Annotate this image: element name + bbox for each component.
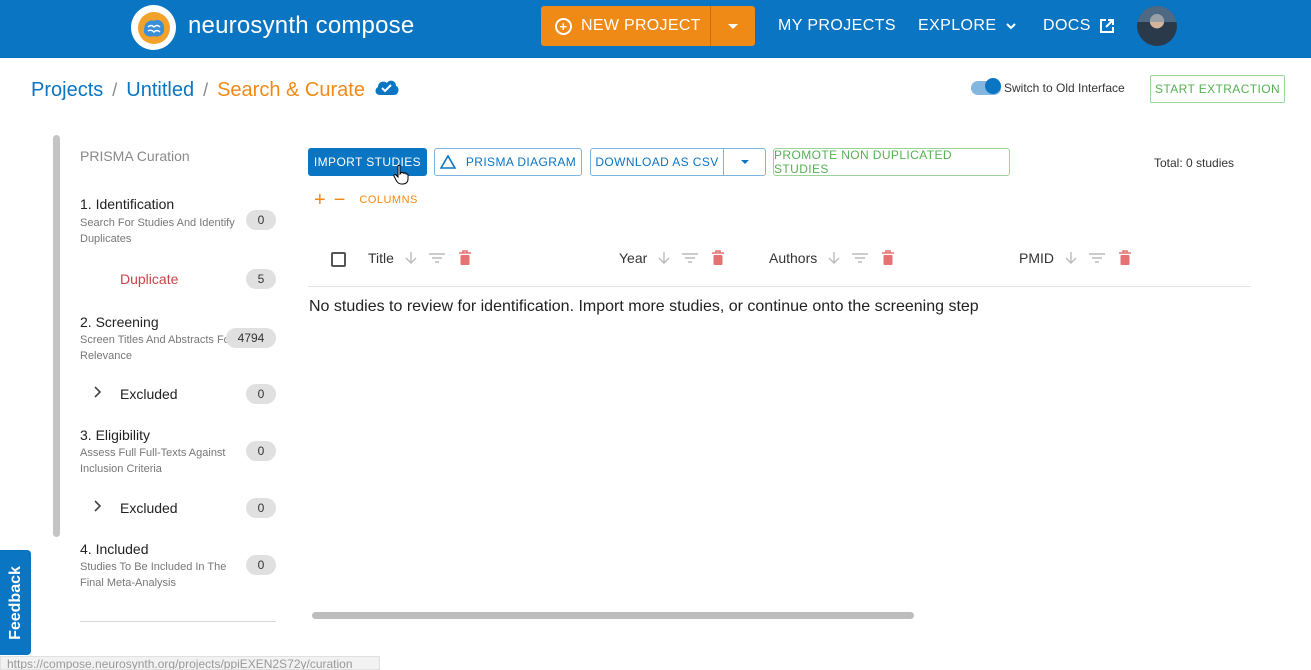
nav-docs-label: DOCS [1043, 17, 1091, 34]
sort-arrow-icon[interactable] [404, 251, 418, 265]
sidebar-scrollbar[interactable] [53, 135, 60, 537]
prisma-diagram-label: PRISMA DIAGRAM [465, 155, 577, 169]
cloud-done-icon [374, 78, 399, 102]
hand-pointer-icon [393, 164, 409, 190]
select-all-checkbox[interactable] [331, 252, 346, 267]
triangle-icon [439, 155, 456, 169]
promote-non-duplicated-button[interactable]: PROMOTE NON DUPLICATED STUDIES [773, 148, 1010, 176]
step-screening-count: 4794 [226, 328, 276, 348]
step-included-description: Studies To Be Included In The Final Meta… [80, 561, 227, 589]
column-authors-label[interactable]: Authors [769, 250, 817, 266]
import-studies-button[interactable]: IMPORT STUDIES [308, 148, 427, 176]
prisma-diagram-button[interactable]: PRISMA DIAGRAM [434, 148, 582, 176]
delete-icon[interactable] [1118, 250, 1132, 266]
chevron-right-icon[interactable] [93, 500, 103, 515]
step-screening-description: Screen Titles And Abstracts For Relevanc… [80, 334, 234, 362]
nav-my-projects[interactable]: MY PROJECTS [778, 17, 896, 35]
nav-docs[interactable]: DOCS [1043, 17, 1115, 35]
delete-icon[interactable] [458, 250, 472, 266]
sidebar-item-eligibility-excluded[interactable]: Excluded [120, 500, 178, 516]
column-year-label[interactable]: Year [619, 250, 647, 266]
breadcrumb-separator: / [112, 79, 118, 100]
column-header-title: Title [368, 250, 472, 266]
download-csv-button[interactable]: DOWNLOAD AS CSV [591, 149, 723, 175]
column-title-label[interactable]: Title [368, 250, 394, 266]
sort-arrow-icon[interactable] [827, 251, 841, 265]
delete-icon[interactable] [711, 250, 725, 266]
step-identification-count: 0 [246, 210, 276, 230]
divider [80, 621, 276, 622]
download-csv-button-group: DOWNLOAD AS CSV [590, 148, 766, 176]
add-circle-icon: + [555, 17, 572, 35]
brand-title[interactable]: neurosynth compose [188, 12, 414, 40]
avatar[interactable] [1137, 6, 1177, 46]
brain-icon[interactable] [131, 5, 176, 50]
remove-column-icon[interactable]: − [334, 190, 346, 210]
breadcrumb-current: Search & Curate [217, 78, 365, 101]
new-project-button[interactable]: + NEW PROJECT [541, 6, 710, 46]
horizontal-scrollbar[interactable] [312, 612, 914, 619]
empty-state-message: No studies to review for identification.… [309, 298, 979, 315]
sidebar-item-duplicate[interactable]: Duplicate [120, 271, 178, 287]
breadcrumb-projects[interactable]: Projects [31, 79, 103, 102]
sidebar-item-screening-excluded[interactable]: Excluded [120, 386, 178, 402]
eligibility-excluded-count: 0 [246, 498, 276, 518]
old-interface-toggle[interactable] [971, 78, 1001, 95]
new-project-label: NEW PROJECT [581, 17, 701, 34]
old-interface-toggle-label: Switch to Old Interface [1004, 81, 1125, 95]
delete-icon[interactable] [881, 250, 895, 266]
step-eligibility[interactable]: 3. Eligibility [80, 427, 150, 443]
feedback-tab[interactable]: Feedback [0, 550, 31, 655]
step-identification[interactable]: 1. Identification [80, 196, 174, 212]
step-included[interactable]: 4. Included [80, 541, 149, 557]
chevron-down-icon [1006, 23, 1017, 30]
breadcrumb: Projects / Untitled / Search & Curate [31, 78, 399, 102]
step-screening[interactable]: 2. Screening [80, 314, 159, 330]
column-pmid-label[interactable]: PMID [1019, 250, 1054, 266]
status-bar-url: https://compose.neurosynth.org/projects/… [0, 656, 380, 670]
breadcrumb-separator: / [203, 79, 209, 100]
filter-icon[interactable] [681, 251, 699, 265]
download-csv-dropdown-button[interactable] [724, 160, 765, 164]
caret-down-icon [728, 23, 738, 29]
step-included-count: 0 [246, 555, 276, 575]
chevron-right-icon[interactable] [93, 386, 103, 401]
sort-arrow-icon[interactable] [1064, 251, 1078, 265]
column-header-year: Year [619, 250, 725, 266]
step-eligibility-count: 0 [246, 441, 276, 461]
duplicate-count: 5 [246, 269, 276, 289]
step-eligibility-description: Assess Full Full-Texts Against Inclusion… [80, 447, 226, 475]
breadcrumb-project-name[interactable]: Untitled [126, 79, 194, 102]
step-identification-description: Search For Studies And Identify Duplicat… [80, 217, 235, 245]
filter-icon[interactable] [1088, 251, 1106, 265]
caret-down-icon [740, 160, 749, 164]
column-header-pmid: PMID [1019, 250, 1132, 266]
column-header-authors: Authors [769, 250, 895, 266]
nav-explore[interactable]: EXPLORE [918, 17, 1018, 35]
sort-arrow-icon[interactable] [657, 251, 671, 265]
screening-excluded-count: 0 [246, 384, 276, 404]
filter-icon[interactable] [851, 251, 869, 265]
total-studies: Total: 0 studies [1154, 156, 1235, 170]
top-navbar: neurosynth compose + NEW PROJECT MY PROJ… [0, 0, 1311, 58]
filter-icon[interactable] [428, 251, 446, 265]
sidebar-title: PRISMA Curation [80, 148, 190, 164]
columns-control: + − COLUMNS [314, 190, 418, 210]
columns-label[interactable]: COLUMNS [359, 194, 418, 206]
start-extraction-button[interactable]: START EXTRACTION [1150, 75, 1285, 103]
table-header-divider [308, 286, 1251, 287]
add-column-icon[interactable]: + [314, 190, 326, 210]
new-project-button-group: + NEW PROJECT [541, 6, 755, 46]
feedback-label: Feedback [6, 565, 24, 640]
external-link-icon [1099, 19, 1114, 33]
new-project-dropdown-button[interactable] [711, 6, 755, 46]
nav-explore-label: EXPLORE [918, 17, 997, 34]
toggle-knob [985, 78, 1001, 94]
